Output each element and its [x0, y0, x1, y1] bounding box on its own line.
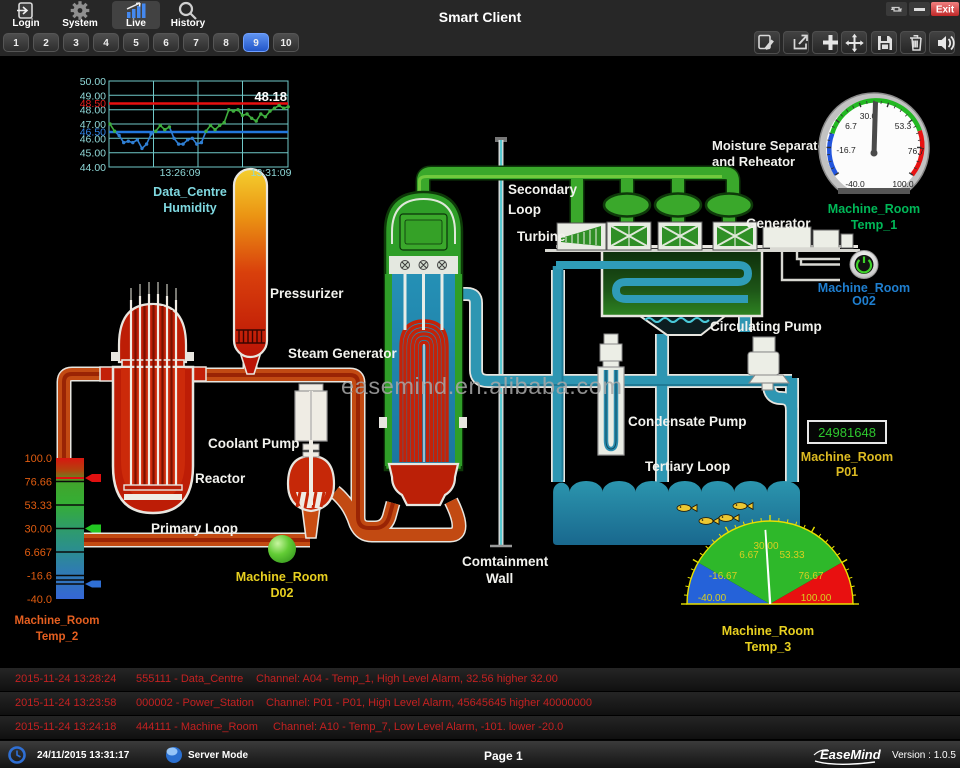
svg-text:100.0: 100.0: [892, 179, 914, 189]
svg-text:Circulating Pump: Circulating Pump: [710, 319, 822, 334]
svg-text:53.33: 53.33: [779, 550, 804, 561]
svg-text:Comtainment: Comtainment: [462, 554, 549, 569]
svg-text:Machine_Room: Machine_Room: [15, 615, 100, 627]
svg-text:53.3: 53.3: [895, 121, 912, 131]
svg-text:Steam Generator: Steam Generator: [288, 346, 398, 361]
svg-text:6.67: 6.67: [739, 550, 759, 561]
svg-text:13:31:09: 13:31:09: [251, 167, 292, 179]
svg-text:-40.0: -40.0: [845, 179, 865, 189]
svg-text:-16.67: -16.67: [709, 571, 738, 582]
svg-text:6.7: 6.7: [845, 121, 857, 131]
svg-text:Temp_3: Temp_3: [745, 640, 791, 654]
svg-text:Moisture Separator: Moisture Separator: [712, 138, 830, 153]
svg-text:Data_Centre: Data_Centre: [153, 185, 227, 199]
svg-text:Reactor: Reactor: [195, 471, 246, 486]
svg-text:Machine_Room: Machine_Room: [828, 202, 920, 216]
svg-text:53.33: 53.33: [24, 500, 52, 512]
svg-text:Machine_Room: Machine_Room: [818, 281, 910, 295]
svg-text:D02: D02: [271, 586, 294, 600]
svg-text:Primary Loop: Primary Loop: [151, 521, 238, 536]
svg-text:Turbine: Turbine: [517, 229, 566, 244]
svg-text:76.7: 76.7: [908, 146, 925, 156]
svg-text:Tertiary Loop: Tertiary Loop: [645, 459, 730, 474]
svg-text:Wall: Wall: [486, 571, 513, 586]
svg-text:Condensate Pump: Condensate Pump: [628, 414, 747, 429]
svg-text:easemind.en.alibaba.com: easemind.en.alibaba.com: [341, 373, 623, 399]
svg-text:-40.00: -40.00: [698, 593, 727, 604]
svg-text:45.00: 45.00: [80, 148, 106, 160]
svg-text:O02: O02: [852, 294, 876, 308]
svg-text:24981648: 24981648: [818, 425, 876, 440]
svg-text:76.66: 76.66: [24, 477, 52, 489]
svg-text:-16.6: -16.6: [27, 571, 52, 583]
svg-text:Pressurizer: Pressurizer: [270, 286, 344, 301]
svg-text:100.0: 100.0: [24, 453, 52, 465]
svg-text:and Reheator: and Reheator: [712, 154, 795, 169]
svg-text:44.00: 44.00: [80, 162, 106, 174]
svg-text:-16.7: -16.7: [836, 145, 856, 155]
svg-text:Machine_Room: Machine_Room: [722, 624, 814, 638]
svg-text:P01: P01: [836, 465, 858, 479]
svg-text:Humidity: Humidity: [163, 201, 217, 215]
svg-text:100.00: 100.00: [801, 593, 832, 604]
svg-text:Temp_2: Temp_2: [36, 631, 79, 643]
svg-text:EaseMind: EaseMind: [820, 747, 882, 762]
svg-text:48.18: 48.18: [254, 89, 287, 104]
svg-text:Temp_1: Temp_1: [851, 218, 897, 232]
svg-text:Loop: Loop: [508, 202, 541, 217]
svg-text:Generator: Generator: [746, 216, 811, 231]
svg-text:6.667: 6.667: [24, 547, 52, 559]
svg-text:13:26:09: 13:26:09: [160, 167, 201, 179]
svg-text:48.50: 48.50: [80, 98, 106, 110]
svg-text:76.67: 76.67: [798, 571, 823, 582]
svg-text:Machine_Room: Machine_Room: [236, 570, 328, 584]
svg-text:-40.0: -40.0: [27, 594, 52, 606]
svg-text:Coolant Pump: Coolant Pump: [208, 436, 300, 451]
svg-text:Secondary: Secondary: [508, 182, 578, 197]
svg-text:30.00: 30.00: [24, 524, 52, 536]
svg-text:50.00: 50.00: [80, 76, 106, 88]
svg-text:Machine_Room: Machine_Room: [801, 450, 893, 464]
svg-text:46.50: 46.50: [80, 127, 106, 139]
